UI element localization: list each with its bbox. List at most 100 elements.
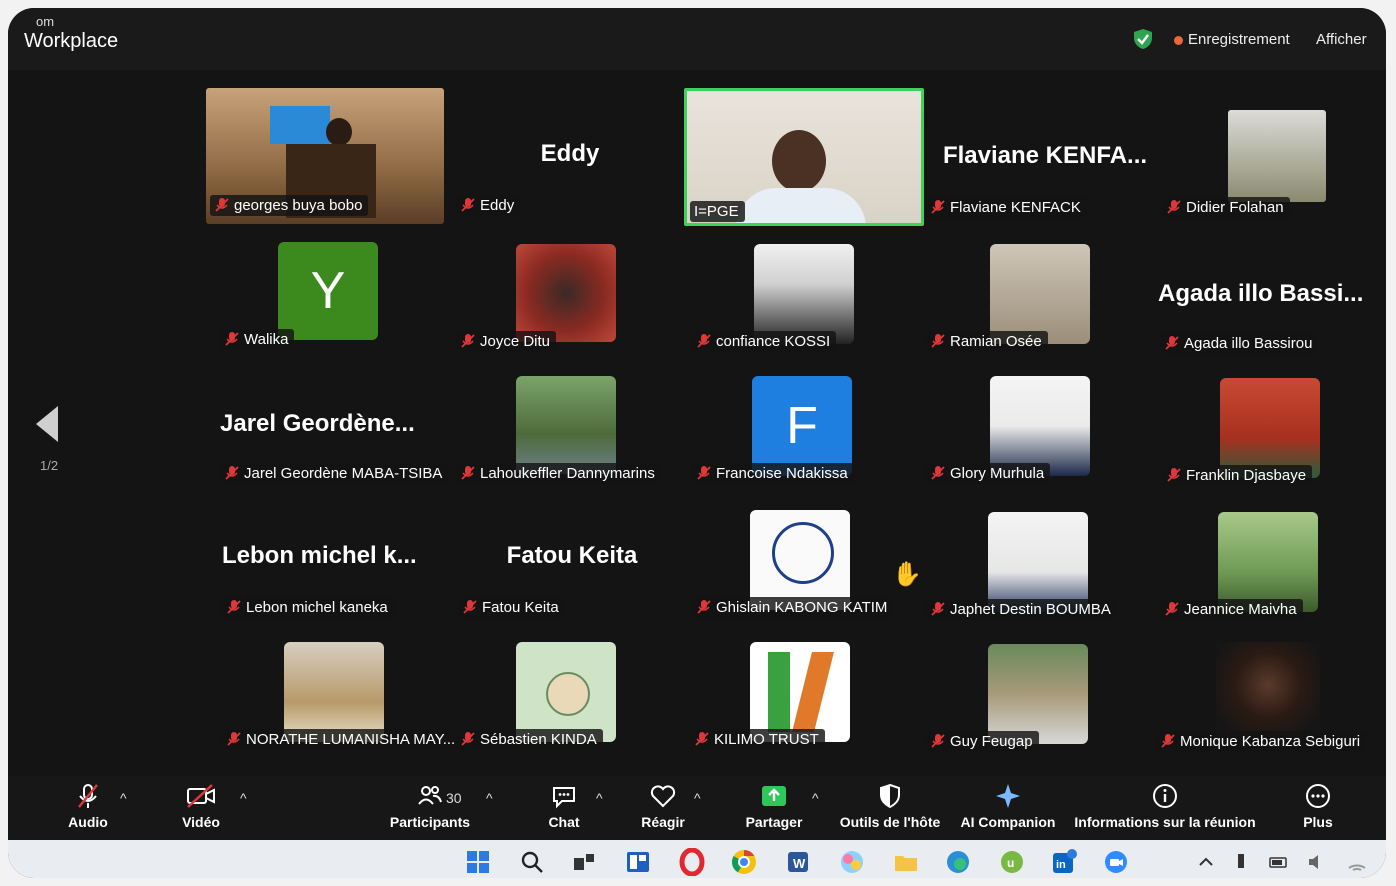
infographic-circle <box>546 672 590 716</box>
chat-icon <box>553 787 575 809</box>
participant-name: Lebon michel kaneka <box>246 599 388 616</box>
share-screen-icon <box>762 786 786 806</box>
title-bar: om Workplace Enregistrement Afficher <box>8 8 1386 70</box>
participant-name-tag: Flaviane KENFACK <box>926 197 1087 218</box>
participant-tile[interactable]: Fatou Keita Fatou Keita <box>452 488 692 620</box>
participant-name: Fatou Keita <box>482 599 559 616</box>
chevron-up-icon[interactable] <box>1196 848 1216 876</box>
share-options-chevron-icon[interactable]: ^ <box>812 790 819 806</box>
participant-name: I=PGE <box>694 203 739 220</box>
participant-tile[interactable]: Jeannice Maivha <box>1154 490 1386 622</box>
participant-name-tag: KILIMO TRUST <box>690 729 825 750</box>
chrome-icon[interactable] <box>730 848 758 876</box>
mic-muted-icon <box>78 784 98 808</box>
participant-tile[interactable]: Joyce Ditu <box>450 222 690 354</box>
edge-icon[interactable] <box>944 848 972 876</box>
linkedin-icon[interactable]: in <box>1050 848 1078 876</box>
svg-text:W: W <box>793 856 806 871</box>
share-button[interactable]: Partager <box>744 782 804 830</box>
logo-bar <box>768 652 790 732</box>
react-button[interactable]: Réagir <box>638 782 688 830</box>
participant-tile[interactable]: Didier Folahan <box>1156 88 1386 220</box>
participant-tile[interactable]: Glory Murhula <box>920 354 1160 486</box>
participant-name-tag: I=PGE <box>690 201 745 222</box>
video-off-icon <box>187 784 215 808</box>
usb-icon[interactable] <box>1232 848 1250 876</box>
opera-icon[interactable] <box>678 848 706 876</box>
participant-name: Joyce Ditu <box>480 333 551 350</box>
ai-companion-button[interactable]: AI Companion <box>958 782 1058 830</box>
more-button[interactable]: Plus <box>1298 782 1338 830</box>
participant-tile[interactable]: NORATHE LUMANISHA MAY... <box>216 620 462 752</box>
video-options-chevron-icon[interactable]: ^ <box>240 790 247 806</box>
participant-tile[interactable]: georges buya bobo <box>204 86 444 224</box>
volume-icon[interactable] <box>1306 848 1328 876</box>
participant-tile[interactable]: F Francoise Ndakissa <box>686 354 926 486</box>
participant-name: Jeannice Maivha <box>1184 601 1297 618</box>
participant-display-name: Jarel Geordène... <box>220 410 415 437</box>
participant-name-tag: Glory Murhula <box>926 463 1051 484</box>
meeting-toolbar: Audio ^ Vidéo ^ Participants 30 ^ Chat ^… <box>8 776 1386 848</box>
flag-icon <box>270 106 330 144</box>
mic-muted-icon <box>1161 734 1175 748</box>
participant-name: Japhet Destin BOUMBA <box>950 601 1111 618</box>
app-brand-small: om <box>36 14 55 29</box>
utorrent-icon[interactable]: u <box>998 848 1026 876</box>
participant-tile[interactable]: Jarel Geordène... Jarel Geordène MABA-TS… <box>214 354 454 486</box>
participant-tile-active-speaker[interactable]: I=PGE <box>684 88 924 226</box>
participant-name: Didier Folahan <box>1186 199 1284 216</box>
participant-name-tag: Jeannice Maivha <box>1160 599 1303 620</box>
participant-tile[interactable]: Japhet Destin BOUMBA <box>920 490 1160 622</box>
participant-tile[interactable]: Lebon michel k... Lebon michel kaneka <box>216 488 456 620</box>
audio-options-chevron-icon[interactable]: ^ <box>120 790 127 806</box>
wifi-icon[interactable] <box>1346 848 1368 876</box>
participant-tile[interactable]: Agada illo Bassi... Agada illo Bassirou <box>1154 224 1386 356</box>
participant-tile[interactable]: Y Walika <box>214 220 454 352</box>
participant-name-tag: Agada illo Bassirou <box>1160 333 1319 354</box>
participant-avatar <box>516 642 616 742</box>
more-label: Plus <box>1303 814 1333 830</box>
previous-page-icon[interactable] <box>36 406 58 442</box>
host-tools-button[interactable]: Outils de l'hôte <box>834 782 946 830</box>
participant-tile[interactable]: Franklin Djasbaye <box>1156 356 1386 488</box>
participant-tile[interactable]: KILIMO TRUST <box>684 620 924 752</box>
audio-button[interactable]: Audio <box>64 782 112 830</box>
widgets-icon[interactable] <box>624 848 652 876</box>
participant-name-tag: Francoise Ndakissa <box>692 463 854 484</box>
participant-name: NORATHE LUMANISHA MAY... <box>246 731 456 748</box>
participant-tile[interactable]: Ghislain KABONG KATIM <box>686 488 926 620</box>
react-options-chevron-icon[interactable]: ^ <box>694 790 701 806</box>
share-label: Partager <box>745 814 803 830</box>
folder-icon[interactable] <box>892 848 920 876</box>
meeting-info-button[interactable]: Informations sur la réunion <box>1072 782 1258 830</box>
word-icon[interactable]: W <box>784 848 812 876</box>
participants-options-chevron-icon[interactable]: ^ <box>486 790 493 806</box>
participant-name-tag: Jarel Geordène MABA-TSIBA <box>220 463 449 484</box>
participant-letter-avatar: Y <box>278 242 378 340</box>
photos-icon[interactable] <box>838 848 866 876</box>
participant-name-tag: NORATHE LUMANISHA MAY... <box>222 729 462 750</box>
participant-tile[interactable]: Flaviane KENFA... Flaviane KENFACK <box>920 88 1160 220</box>
participant-tile[interactable]: Guy Feugap <box>920 622 1160 754</box>
video-button[interactable]: Vidéo <box>176 782 226 830</box>
battery-icon[interactable] <box>1268 848 1290 876</box>
recording-dot-icon <box>1174 36 1183 45</box>
participant-tile[interactable]: Lahoukeffler Dannymarins <box>450 354 690 486</box>
windows-start-icon[interactable] <box>464 848 492 876</box>
task-view-icon[interactable] <box>570 848 598 876</box>
view-button[interactable]: Afficher <box>1316 31 1367 48</box>
chat-options-chevron-icon[interactable]: ^ <box>596 790 603 806</box>
participant-tile[interactable]: confiance KOSSI <box>686 222 926 354</box>
chat-button[interactable]: Chat <box>542 782 586 830</box>
participant-tile[interactable]: Sébastien KINDA <box>450 620 690 752</box>
participant-name-tag: Guy Feugap <box>926 731 1039 752</box>
participant-tile[interactable]: Eddy Eddy <box>450 86 690 218</box>
security-shield-icon[interactable] <box>1132 28 1154 50</box>
participant-display-name: Lebon michel k... <box>222 542 417 569</box>
zoom-icon[interactable] <box>1102 848 1130 876</box>
participant-tile[interactable]: Monique Kabanza Sebiguri <box>1150 622 1386 754</box>
avatar-letter: Y <box>310 262 346 320</box>
participant-tile[interactable]: Ramian Osée <box>920 222 1160 354</box>
recording-label[interactable]: Enregistrement <box>1188 31 1290 48</box>
search-icon[interactable] <box>518 848 546 876</box>
